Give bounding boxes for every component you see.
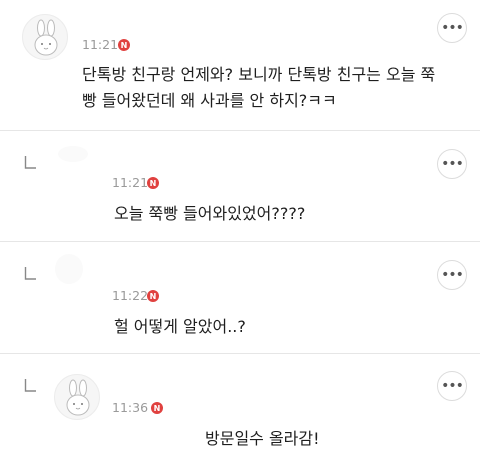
comment-time: 11:22 [112, 288, 149, 303]
new-badge: N [118, 39, 130, 51]
reply-arrow-icon [24, 267, 36, 280]
faint-avatar [55, 254, 83, 284]
user-avatar[interactable] [54, 374, 100, 420]
new-badge: N [151, 402, 163, 414]
comment-text: 오늘 쭉빵 들어와있었어???? [114, 204, 306, 223]
faint-avatar [58, 146, 88, 162]
comment-item: 11:21 N ••• 단톡방 친구랑 언제와? 보니까 단톡방 친구는 오늘 … [0, 0, 480, 130]
more-options-button[interactable]: ••• [437, 371, 467, 401]
reply-item: 11:22 N ••• 헐 어떻게 알았어..? [0, 242, 480, 353]
comment-text-line: 단톡방 친구랑 언제와? 보니까 단톡방 친구는 오늘 쭉 [82, 65, 436, 84]
reply-arrow-icon [24, 156, 36, 169]
reply-item: 11:21 N ••• 오늘 쭉빵 들어와있었어???? [0, 131, 480, 241]
reply-item: 11:36 N ••• 방문일수 올라감! [0, 354, 480, 466]
more-options-button[interactable]: ••• [437, 260, 467, 290]
new-badge: N [147, 177, 159, 189]
bunny-avatar-icon [34, 19, 58, 56]
comment-time: 11:21 [112, 175, 149, 190]
comment-time: 11:21 [82, 37, 119, 52]
user-avatar[interactable] [22, 14, 68, 60]
new-badge: N [147, 290, 159, 302]
bunny-avatar-icon [66, 379, 90, 416]
comment-text: 헐 어떻게 알았어..? [114, 317, 246, 336]
comment-text-line: 빵 들어왔던데 왜 사과를 안 하지?ㅋㅋ [82, 91, 337, 110]
more-options-button[interactable]: ••• [437, 149, 467, 179]
comment-text: 방문일수 올라감! [205, 429, 320, 448]
reply-arrow-icon [24, 379, 36, 392]
comment-time: 11:36 [112, 400, 149, 415]
more-options-button[interactable]: ••• [437, 13, 467, 43]
